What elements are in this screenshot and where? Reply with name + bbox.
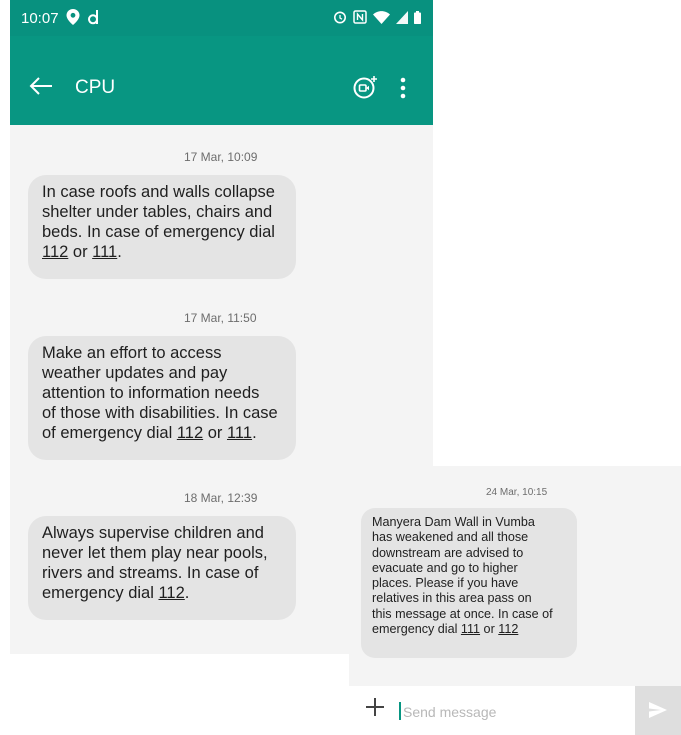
message-line: places. Please if you have	[372, 576, 519, 591]
message-bubble[interactable]: Make an effort to access weather updates…	[28, 336, 296, 460]
message-line: 112 or 111.	[42, 243, 122, 261]
message-bubble[interactable]: In case roofs and walls collapse shelter…	[28, 175, 296, 279]
message-line: Always supervise children and	[42, 524, 264, 542]
message-line: shelter under tables, chairs and	[42, 203, 273, 221]
location-pin-icon	[66, 9, 80, 25]
nfc-icon	[353, 10, 367, 24]
message-bubble[interactable]: Manyera Dam Wall in Vumba has weakened a…	[361, 508, 577, 658]
message-line: Make an effort to access	[42, 344, 222, 362]
status-bar: 10:07	[10, 0, 433, 36]
message-timestamp: 17 Mar, 11:50	[184, 311, 257, 325]
message-timestamp: 24 Mar, 10:15	[486, 487, 548, 498]
message-line: weather updates and pay	[42, 364, 228, 382]
message-line: Manyera Dam Wall in Vumba	[372, 515, 535, 529]
more-vert-icon[interactable]	[400, 76, 406, 100]
message-bubble[interactable]: Always supervise children and never let …	[28, 516, 296, 620]
message-line: of emergency dial 112 or 111.	[42, 424, 257, 442]
alarm-icon	[334, 11, 346, 24]
d-app-icon	[88, 10, 98, 25]
video-call-add-icon[interactable]	[353, 74, 381, 102]
phone-number-link[interactable]: 112	[498, 622, 518, 636]
message-line: this message at once. In case of	[372, 606, 553, 621]
phone-number-link[interactable]: 112	[42, 243, 68, 261]
message-line: rivers and streams. In case of	[42, 564, 259, 582]
battery-icon	[414, 10, 421, 24]
back-arrow-icon[interactable]	[28, 76, 54, 96]
phone-number-link[interactable]: 111	[461, 622, 480, 636]
phone-number-link[interactable]: 112	[177, 424, 203, 442]
send-button[interactable]	[635, 686, 681, 735]
phone-number-link[interactable]: 112	[158, 584, 184, 602]
message-line: attention to information needs	[42, 384, 260, 402]
message-line: has weakened and all those	[372, 530, 529, 545]
phone-number-link[interactable]: 111	[92, 243, 117, 261]
signal-icon	[396, 10, 408, 24]
message-line: emergency dial 111 or 112	[372, 622, 519, 637]
message-line: of those with disabilities. In case	[42, 404, 278, 422]
message-line: beds. In case of emergency dial	[42, 223, 275, 241]
message-input[interactable]	[401, 699, 625, 725]
add-plus-icon[interactable]	[365, 697, 385, 717]
app-bar: CPU	[10, 36, 433, 125]
message-timestamp: 17 Mar, 10:09	[184, 150, 258, 164]
message-composer	[349, 686, 681, 735]
conversation-title: CPU	[75, 77, 116, 98]
wifi-icon	[373, 10, 390, 24]
message-timestamp: 18 Mar, 12:39	[184, 491, 258, 505]
conversation-screen-second: 24 Mar, 10:15 Manyera Dam Wall in Vumba …	[349, 466, 681, 735]
message-line: downstream are advised to	[372, 545, 524, 560]
message-line: never let them play near pools,	[42, 544, 268, 562]
message-line: relatives in this area pass on	[372, 591, 532, 606]
send-icon	[649, 702, 667, 718]
phone-number-link[interactable]: 111	[227, 424, 252, 442]
message-line: evacuate and go to higher	[372, 560, 518, 575]
message-line: emergency dial 112.	[42, 584, 190, 602]
message-line: In case roofs and walls collapse	[42, 183, 275, 201]
status-time: 10:07	[21, 10, 59, 27]
